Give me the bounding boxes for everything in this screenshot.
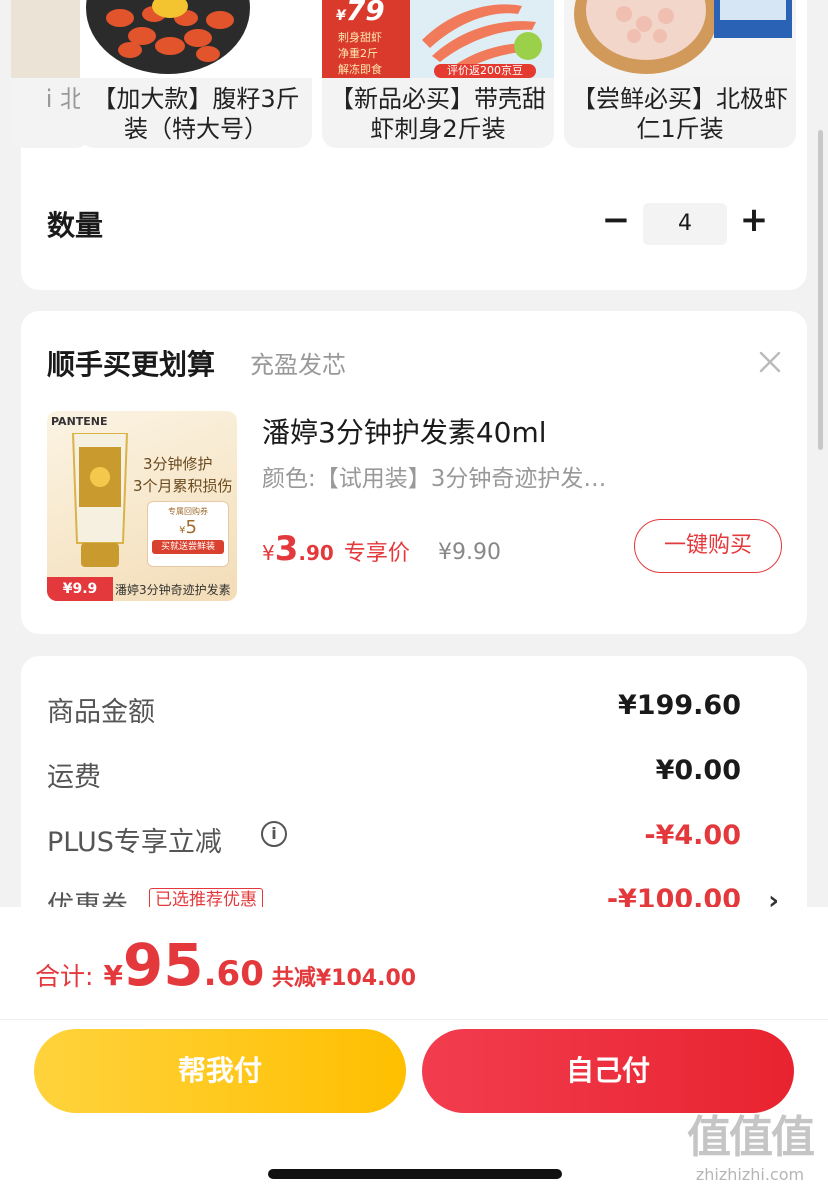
variant-badge-price: ¥79 [336,0,385,27]
addon-image-price: ¥9.9 [47,577,113,601]
addon-image-caption: 潘婷3分钟奇迹护发素 [115,583,231,597]
variant-option[interactable]: i 北 [11,0,90,148]
checkout-bar: 合计: ¥95.60 共减¥104.00 帮我付 自己付 值值值 zhizhizhi… [0,907,828,1197]
home-indicator[interactable] [268,1169,562,1179]
info-icon[interactable]: i [261,821,287,847]
summary-value-shipping: ¥0.00 [655,755,741,786]
variant-name: 【加大款】腹籽3斤装（特大号） [92,85,300,143]
summary-label-plus-discount: PLUS专享立减 [47,827,222,858]
help-pay-button[interactable]: 帮我付 [34,1029,406,1113]
one-click-buy-button[interactable]: 一键购买 [634,519,782,573]
variant-image [11,0,90,78]
close-icon[interactable] [757,349,783,375]
addon-image-headline2: 3个月累积损伤 [133,477,233,495]
self-pay-button[interactable]: 自己付 [422,1029,794,1113]
variant-card: i 北 【加大款】腹籽3斤装（特大号） ¥79 刺身甜虾 净重2斤 解冻即食 评… [11,0,807,290]
addon-subtitle: 充盈发芯 [250,351,346,379]
variant-image: ¥79 刺身甜虾 净重2斤 解冻即食 评价返200京豆 [322,0,554,78]
variant-option[interactable]: 【加大款】腹籽3斤装（特大号） [80,0,312,148]
addon-image-headline1: 3分钟修护 [143,455,213,473]
summary-label-subtotal: 商品金额 [47,697,155,728]
variant-name: i 北 [45,85,84,113]
summary-value-plus-discount: -¥4.00 [644,820,741,851]
variant-name: 【尝鲜必买】北极虾仁1斤装 [572,85,788,143]
addon-title: 顺手买更划算 [47,348,216,381]
variant-image [80,0,312,78]
scrollbar[interactable] [818,130,823,450]
addon-original-price: ¥9.90 [438,540,501,565]
addon-product-name[interactable]: 潘婷3分钟护发素40ml [262,411,547,451]
addon-image-brand: PANTENE [51,415,108,428]
addon-image-coupon: 专属回购券 ¥5 买就送尝鲜装 [147,501,229,567]
order-total: 合计: ¥95.60 共减¥104.00 [35,931,417,999]
total-saved: 共减¥104.00 [271,966,417,991]
watermark-logo: 值值值 zhizhizhi.com [687,1112,815,1184]
variant-option[interactable]: 【尝鲜必买】北极虾仁1斤装 [564,0,796,148]
quantity-increase-button[interactable]: + [739,202,769,238]
variant-option[interactable]: ¥79 刺身甜虾 净重2斤 解冻即食 评价返200京豆 【新品必买】带壳甜虾刺身… [322,0,554,148]
variant-badge-text: 刺身甜虾 净重2斤 解冻即食 [338,31,382,76]
variant-name: 【新品必买】带壳甜虾刺身2斤装 [330,85,546,143]
quantity-decrease-button[interactable]: − [601,202,631,238]
addon-card: 顺手买更划算 充盈发芯 PANTENE 3分钟修护 3个月累积损伤 专属回购券 … [21,311,807,634]
quantity-label: 数量 [47,209,104,242]
addon-product-image[interactable]: PANTENE 3分钟修护 3个月累积损伤 专属回购券 ¥5 买就送尝鲜装 ¥9… [47,411,237,601]
summary-label-shipping: 运费 [47,762,101,793]
addon-price: ¥3.90 专享价 [262,529,410,569]
addon-product-spec[interactable]: 颜色:【试用装】3分钟奇迹护发素40ml [262,459,607,493]
summary-value-subtotal: ¥199.60 [618,690,741,721]
variant-promo: 评价返200京豆 [447,64,523,77]
divider [0,1019,828,1020]
variant-image [564,0,796,78]
quantity-input[interactable]: 4 [643,203,727,245]
